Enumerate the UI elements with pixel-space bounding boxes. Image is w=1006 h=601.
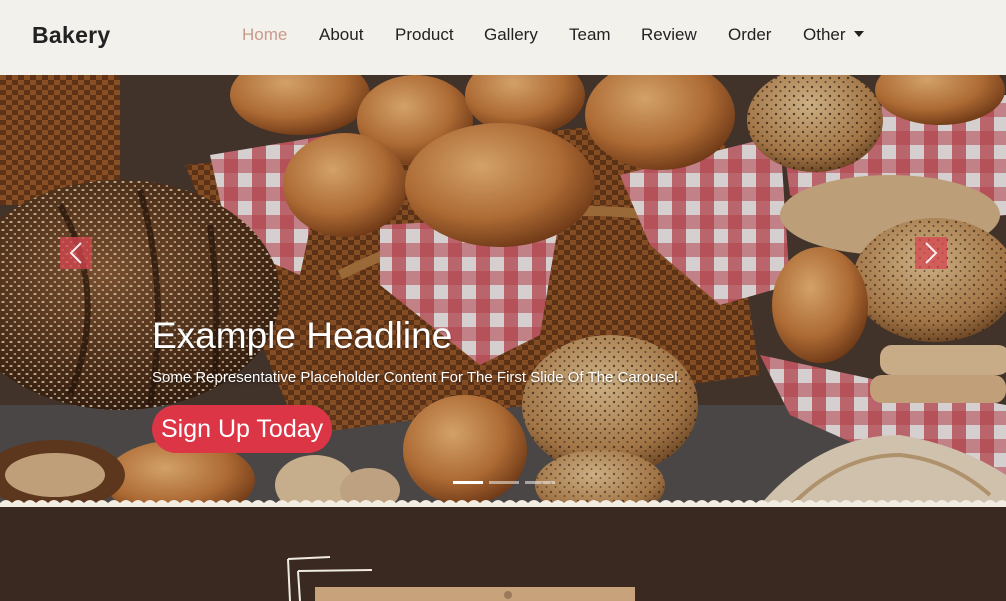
nav-dropdown-other[interactable]: Other bbox=[803, 25, 864, 45]
navbar: Bakery Home About Product Gallery Team R… bbox=[0, 0, 1006, 75]
nav-link-review[interactable]: Review bbox=[641, 25, 697, 45]
carousel-indicators bbox=[453, 481, 555, 484]
decorative-frame-art bbox=[287, 556, 635, 601]
product-section bbox=[0, 507, 1006, 601]
chevron-left-icon bbox=[69, 242, 82, 264]
hero-overlay bbox=[0, 75, 1006, 507]
nav-link-team[interactable]: Team bbox=[569, 25, 611, 45]
carousel-indicator-3[interactable] bbox=[525, 481, 555, 484]
sign-up-button[interactable]: Sign Up Today bbox=[152, 405, 333, 453]
nav-menu: Home About Product Gallery Team Review O… bbox=[0, 25, 1006, 49]
nav-link-about[interactable]: About bbox=[319, 25, 363, 45]
nav-link-order[interactable]: Order bbox=[728, 25, 771, 45]
nav-dropdown-label: Other bbox=[803, 25, 846, 44]
chevron-right-icon bbox=[925, 242, 938, 264]
hero-headline: Example Headline bbox=[152, 315, 453, 356]
nav-link-gallery[interactable]: Gallery bbox=[484, 25, 538, 45]
carousel-indicator-1[interactable] bbox=[453, 481, 483, 484]
carousel-prev-button[interactable] bbox=[60, 237, 92, 269]
caret-down-icon bbox=[853, 31, 864, 37]
nav-link-home[interactable]: Home bbox=[242, 25, 287, 45]
carousel-indicator-2[interactable] bbox=[489, 481, 519, 484]
hero-subtext: Some Representative Placeholder Content … bbox=[152, 369, 682, 386]
carousel-next-button[interactable] bbox=[915, 237, 947, 269]
hero-carousel: Example Headline Some Representative Pla… bbox=[0, 75, 1006, 507]
nav-link-product[interactable]: Product bbox=[395, 25, 454, 45]
carousel-caption: Example Headline Some Representative Pla… bbox=[152, 315, 682, 453]
